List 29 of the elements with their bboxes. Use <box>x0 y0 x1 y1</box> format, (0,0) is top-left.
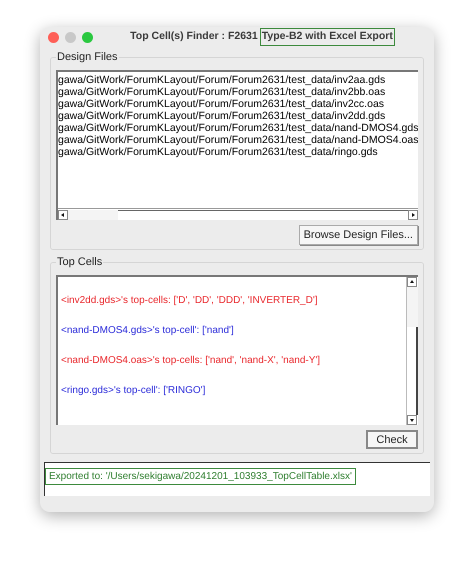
title-highlight: Type-B2 with Excel Export <box>260 28 395 46</box>
group-label: Top Cells <box>56 254 104 270</box>
vertical-scrollbar[interactable] <box>406 277 418 425</box>
file-path[interactable]: gawa/GitWork/ForumKLayout/Forum/Forum2631/test_data/nand-DMOS4.oas <box>58 134 418 146</box>
window-title: Top Cell(s) Finder : F2631 <box>130 29 258 44</box>
check-button[interactable]: Check <box>366 430 418 449</box>
scroll-down-icon[interactable] <box>407 415 417 425</box>
result-line: <nand-DMOS4.gds>'s top-cell': ['nand'] <box>61 324 235 338</box>
close-icon[interactable] <box>48 32 59 42</box>
scroll-up-icon[interactable] <box>407 277 417 287</box>
browse-button[interactable]: Browse Design Files... <box>298 225 418 245</box>
scroll-thumb[interactable] <box>68 210 118 220</box>
result-line: <ringo.gds>'s top-cell': ['RINGO'] <box>61 384 206 398</box>
result-line: <inv2dd.gds>'s top-cells: ['D', 'DD', 'DDD', 'INVERTER_D'] <box>61 294 319 308</box>
file-path[interactable]: gawa/GitWork/ForumKLayout/Forum/Forum2631/test_data/inv2cc.oas <box>58 98 418 110</box>
file-path[interactable]: gawa/GitWork/ForumKLayout/Forum/Forum2631/test_data/inv2bb.oas <box>58 86 418 98</box>
status-message: Exported to: '/Users/sekigawa/20241201_103933_TopCellTable.xlsx' <box>45 468 356 485</box>
file-path[interactable]: gawa/GitWork/ForumKLayout/Forum/Forum2631/test_data/nand-DMOS4.gds <box>58 122 418 134</box>
scroll-right-icon[interactable] <box>408 210 418 220</box>
group-label: Design Files <box>56 49 119 66</box>
scroll-thumb[interactable] <box>407 287 418 327</box>
output-text-area[interactable]: <inv2dd.gds>'s top-cells: ['D', 'DD', 'DDD', 'INVERTER_D'] <nand-DMOS4.gds>'s top-cell': ['nand'] <nand-DMOS4.oas>'s top-cells: ['nand', 'nand-X', 'nand-Y'] <ringo.gds>'s top-cell': ['RINGO'] <box>56 275 418 425</box>
result-line: <nand-DMOS4.oas>'s top-cells: ['nand', 'nand-X', 'nand-Y'] <box>61 354 322 368</box>
file-path[interactable]: gawa/GitWork/ForumKLayout/Forum/Forum2631/test_data/inv2aa.gds <box>58 74 418 86</box>
file-list[interactable] <box>56 70 418 220</box>
file-path[interactable]: gawa/GitWork/ForumKLayout/Forum/Forum2631/test_data/inv2dd.gds <box>58 110 418 122</box>
scroll-left-icon[interactable] <box>58 210 68 220</box>
file-path[interactable]: gawa/GitWork/ForumKLayout/Forum/Forum2631/test_data/ringo.gds <box>58 146 418 158</box>
horizontal-scrollbar[interactable] <box>58 208 418 220</box>
